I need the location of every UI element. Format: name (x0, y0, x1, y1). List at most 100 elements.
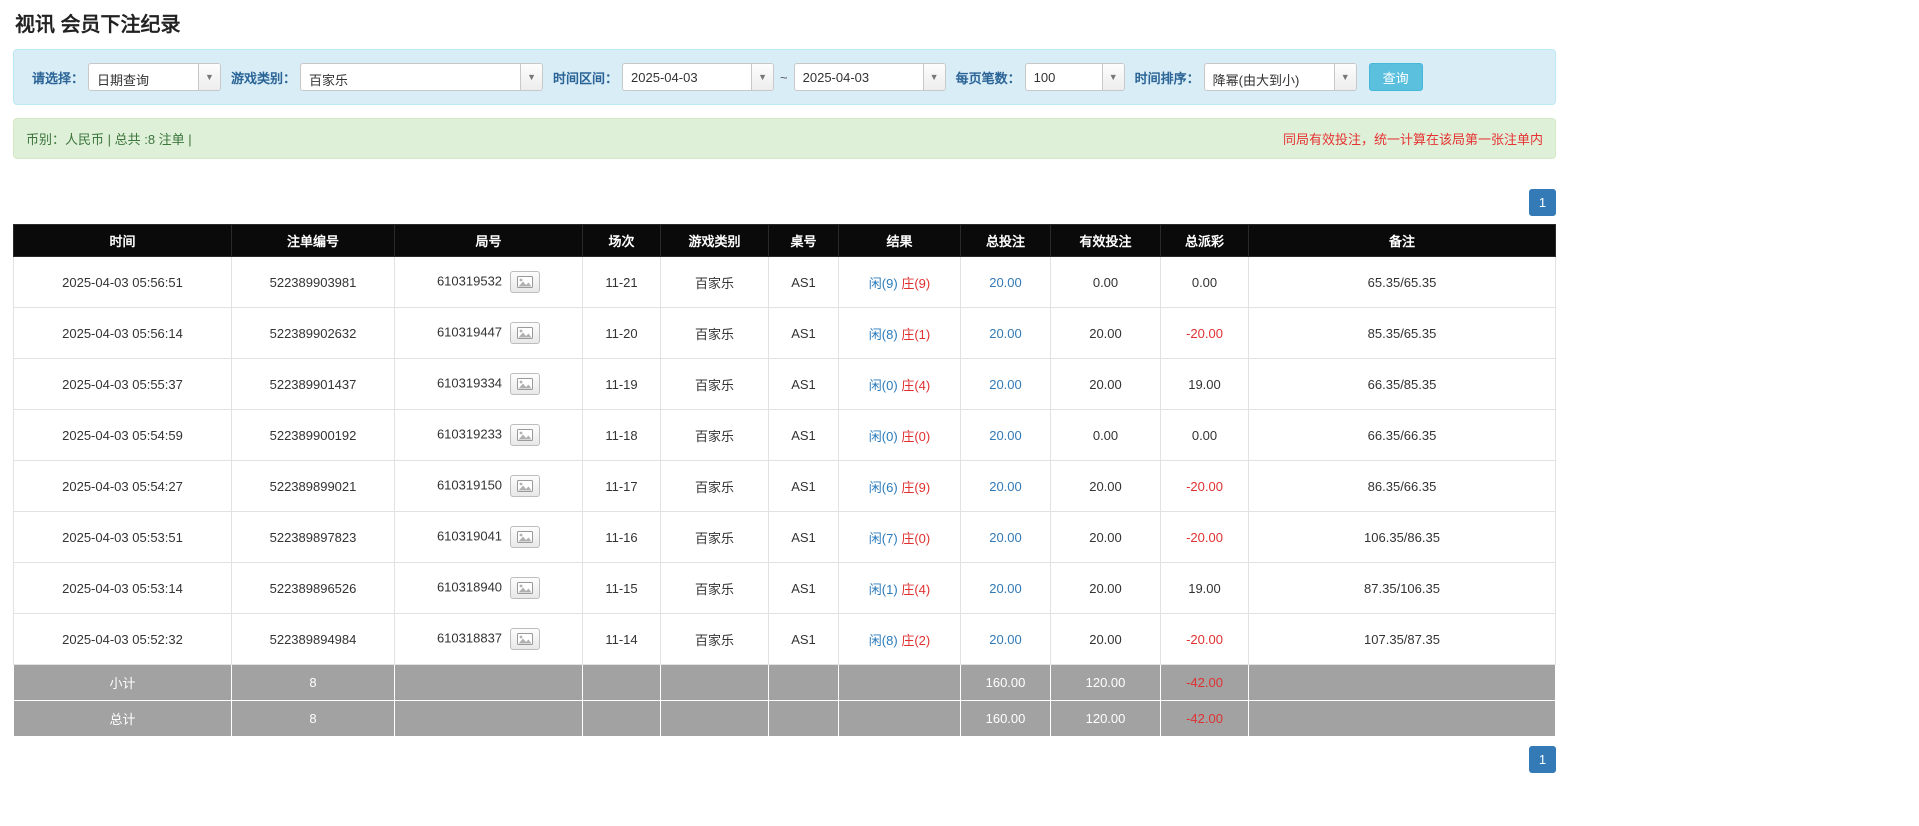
result-player: 闲(8) (868, 326, 898, 342)
subtotal-row: 小计 8 160.00 120.00 -42.00 (13, 664, 1556, 701)
round-id-text: 610318940 (436, 579, 503, 595)
cell-time: 2025-04-03 05:54:27 (13, 460, 232, 512)
subtotal-total-bet: 160.00 (960, 664, 1051, 701)
cell-remark: 107.35/87.35 (1248, 613, 1556, 665)
filter-bar: 请选择： 日期查询 ▼ 游戏类别： 百家乐 ▼ 时间区间： 2025-04-03… (13, 49, 1556, 105)
result-banker: 庄(4) (901, 377, 931, 393)
cell-valid-bet: 20.00 (1050, 562, 1161, 614)
round-id-text: 610318837 (436, 630, 503, 646)
chevron-down-icon[interactable]: ▼ (1333, 64, 1356, 90)
result-player: 闲(0) (868, 428, 898, 444)
total-payout: -42.00 (1160, 700, 1249, 736)
cell-result: 闲(6) 庄(9) (838, 460, 961, 512)
table-row: 2025-04-03 05:52:32 522389894984 610318837… (13, 613, 1556, 665)
cell-payout: -20.00 (1160, 511, 1249, 563)
total-bet-link[interactable]: 20.00 (989, 377, 1022, 392)
date-from-combo[interactable]: 2025-04-03 ▼ (622, 63, 775, 91)
cell-remark: 66.35/66.35 (1248, 409, 1556, 461)
round-id-text: 610319041 (436, 528, 503, 544)
chevron-down-icon[interactable]: ▼ (1101, 64, 1124, 90)
roadmap-image-icon[interactable] (510, 577, 541, 599)
header-bet-id: 注单编号 (231, 224, 395, 257)
cell-session: 11-20 (582, 307, 661, 359)
query-type-combo[interactable]: 日期查询 ▼ (88, 63, 222, 91)
round-id-text: 610319447 (436, 324, 503, 340)
result-banker: 庄(9) (901, 479, 931, 495)
game-type-value[interactable]: 百家乐 (301, 64, 520, 90)
cell-remark: 87.35/106.35 (1248, 562, 1556, 614)
total-bet-link[interactable]: 20.00 (989, 581, 1022, 596)
chevron-down-icon[interactable]: ▼ (922, 64, 945, 90)
cell-table-no: AS1 (768, 511, 839, 563)
header-session: 场次 (582, 224, 661, 257)
roadmap-image-icon[interactable] (510, 526, 541, 548)
cell-total-bet: 20.00 (960, 256, 1051, 308)
chevron-down-icon[interactable]: ▼ (198, 64, 221, 90)
date-from-value[interactable]: 2025-04-03 (623, 64, 751, 90)
total-bet-link[interactable]: 20.00 (989, 632, 1022, 647)
cell-total-bet: 20.00 (960, 409, 1051, 461)
cell-valid-bet: 20.00 (1050, 613, 1161, 665)
cell-payout: 19.00 (1160, 562, 1249, 614)
total-valid-bet: 120.00 (1050, 700, 1161, 736)
per-page-value[interactable]: 100 (1026, 64, 1102, 90)
page-1-button[interactable]: 1 (1529, 189, 1556, 216)
cell-game-type: 百家乐 (660, 460, 769, 512)
cell-bet-id: 522389903981 (231, 256, 395, 308)
cell-remark: 66.35/85.35 (1248, 358, 1556, 410)
page-1-button[interactable]: 1 (1529, 746, 1556, 773)
result-player: 闲(6) (868, 479, 898, 495)
roadmap-image-icon[interactable] (510, 628, 541, 650)
cell-time: 2025-04-03 05:53:51 (13, 511, 232, 563)
cell-session: 11-19 (582, 358, 661, 410)
total-bet-link[interactable]: 20.00 (989, 530, 1022, 545)
cell-bet-id: 522389901437 (231, 358, 395, 410)
roadmap-image-icon[interactable] (510, 322, 541, 344)
total-bet-link[interactable]: 20.00 (989, 326, 1022, 341)
cell-time: 2025-04-03 05:54:59 (13, 409, 232, 461)
time-sort-value[interactable]: 降幂(由大到小) (1205, 64, 1334, 90)
roadmap-image-icon[interactable] (510, 271, 541, 293)
time-sort-combo[interactable]: 降幂(由大到小) ▼ (1203, 63, 1357, 91)
header-game-type: 游戏类别 (660, 224, 769, 257)
total-count: 8 (231, 700, 395, 736)
cell-session: 11-17 (582, 460, 661, 512)
summary-currency-count: 币别：人民币 | 总共 :8 注单 | (26, 132, 192, 147)
result-player: 闲(7) (868, 530, 898, 546)
search-button[interactable]: 查询 (1368, 63, 1423, 91)
total-bet-link[interactable]: 20.00 (989, 275, 1022, 290)
cell-round-id: 610319150 (394, 460, 583, 512)
cell-table-no: AS1 (768, 307, 839, 359)
table-row: 2025-04-03 05:56:14 522389902632 610319447… (13, 307, 1556, 359)
cell-game-type: 百家乐 (660, 358, 769, 410)
query-type-label: 请选择： (32, 70, 85, 86)
cell-table-no: AS1 (768, 358, 839, 410)
cell-remark: 106.35/86.35 (1248, 511, 1556, 563)
total-bet-link[interactable]: 20.00 (989, 479, 1022, 494)
chevron-down-icon[interactable]: ▼ (751, 64, 774, 90)
total-row: 总计 8 160.00 120.00 -42.00 (13, 700, 1556, 736)
chevron-down-icon[interactable]: ▼ (520, 64, 543, 90)
roadmap-image-icon[interactable] (510, 475, 541, 497)
cell-remark: 65.35/65.35 (1248, 256, 1556, 308)
date-range-separator: ~ (780, 69, 788, 85)
roadmap-image-icon[interactable] (510, 373, 541, 395)
total-bet-link[interactable]: 20.00 (989, 428, 1022, 443)
cell-valid-bet: 20.00 (1050, 511, 1161, 563)
cell-game-type: 百家乐 (660, 511, 769, 563)
pagination-top: 1 (13, 189, 1556, 216)
date-to-value[interactable]: 2025-04-03 (795, 64, 923, 90)
cell-total-bet: 20.00 (960, 613, 1051, 665)
cell-round-id: 610319233 (394, 409, 583, 461)
per-page-combo[interactable]: 100 ▼ (1024, 63, 1125, 91)
game-type-combo[interactable]: 百家乐 ▼ (300, 63, 544, 91)
cell-remark: 86.35/66.35 (1248, 460, 1556, 512)
roadmap-image-icon[interactable] (510, 424, 541, 446)
bet-records-table: 时间 注单编号 局号 场次 游戏类别 桌号 结果 总投注 有效投注 总派彩 备注… (13, 224, 1556, 736)
result-banker: 庄(2) (901, 632, 931, 648)
query-type-value[interactable]: 日期查询 (89, 64, 198, 90)
cell-table-no: AS1 (768, 613, 839, 665)
date-to-combo[interactable]: 2025-04-03 ▼ (793, 63, 946, 91)
cell-total-bet: 20.00 (960, 562, 1051, 614)
cell-total-bet: 20.00 (960, 511, 1051, 563)
